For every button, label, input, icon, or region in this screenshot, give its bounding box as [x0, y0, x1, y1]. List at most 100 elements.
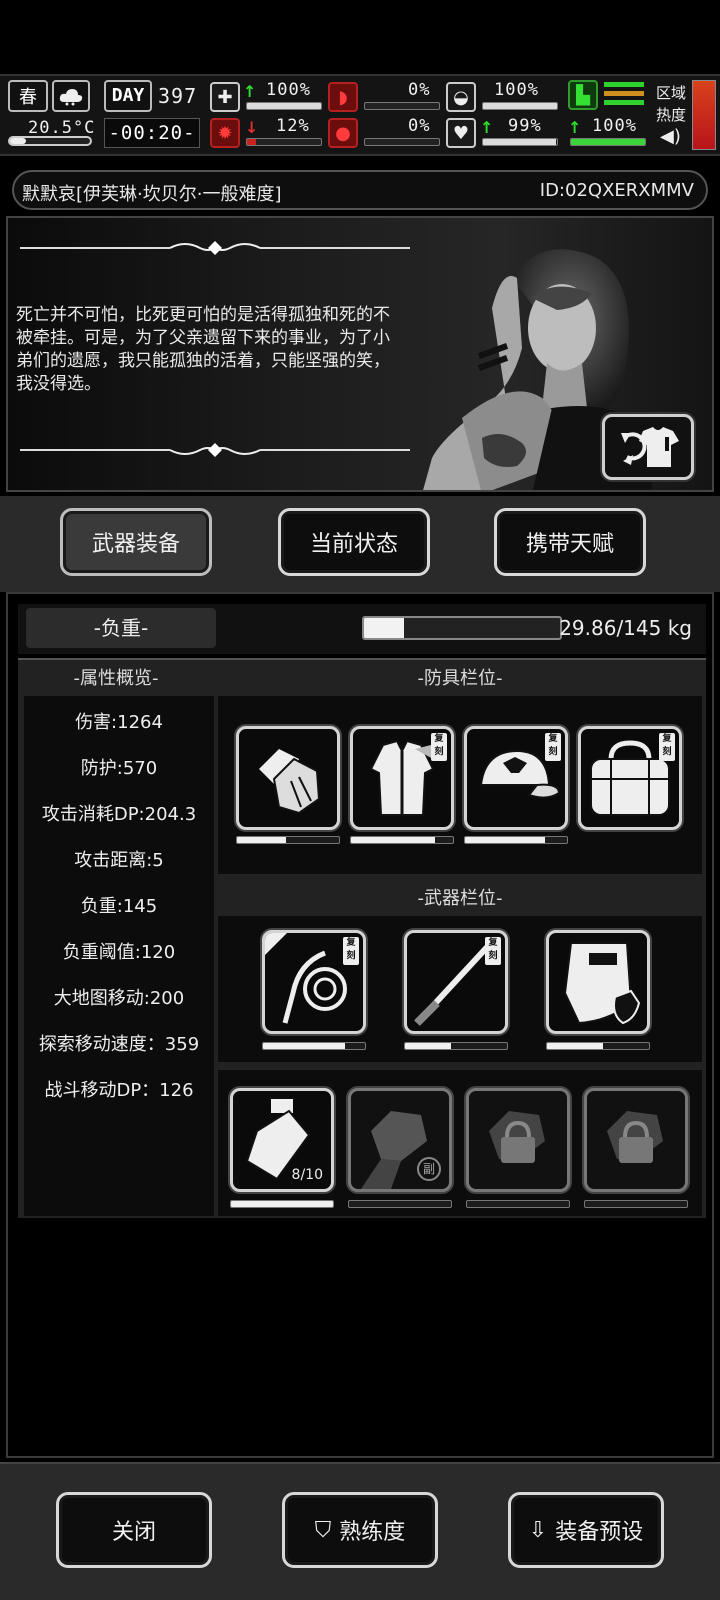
outfit-swap-button[interactable]: [602, 414, 694, 480]
equipment-preset-button[interactable]: ⇩ 装备预设: [508, 1492, 664, 1568]
temperature: 20.5°C: [28, 118, 96, 138]
quick-slot-locked-2[interactable]: [584, 1088, 688, 1192]
stamina-up-arrow-icon: ↑: [568, 118, 582, 137]
armor-slot-bag[interactable]: 复刻: [578, 726, 682, 830]
podium-icon: ⛉: [314, 1517, 332, 1543]
zone-heat-label-2: 热度: [656, 106, 687, 124]
weapon-slot-spear[interactable]: 复刻: [404, 930, 508, 1034]
tab-status[interactable]: 当前状态: [278, 508, 430, 576]
top-ornament: [20, 241, 410, 255]
armor-slots: 复刻 复刻 复刻: [218, 696, 702, 874]
offhand-mark: 副: [417, 1157, 441, 1181]
weight-row: -负重- 29.86/145 kg: [18, 604, 706, 654]
armor-slot-cap[interactable]: 复刻: [464, 726, 568, 830]
water-icon: ◒: [446, 82, 476, 112]
weapon-durability-1: [404, 1042, 508, 1050]
heart-icon: ♥: [446, 118, 476, 148]
tab-weapons[interactable]: 武器装备: [60, 508, 212, 576]
infection-bar: [246, 138, 322, 146]
character-story-panel: 死亡并不可怕，比死更可怕的是活得孤独和死的不被牵挂。可是，为了父亲遗留下来的事业…: [6, 216, 714, 492]
status-bar: 春 20.5°C DAY 397 -00:20- ✚ ↑ 100% ✹ ↓ 12…: [0, 74, 720, 156]
stamina-bar: [570, 138, 646, 146]
weight-bar: [362, 616, 562, 640]
attr-protection: 防护:570: [80, 758, 158, 779]
armor-slot-gloves[interactable]: [236, 726, 340, 830]
proficiency-button[interactable]: ⛉ 熟练度: [282, 1492, 438, 1568]
lock-icon: [607, 1111, 663, 1163]
weapon-durability-2: [546, 1042, 650, 1050]
attr-attack-dp: 攻击消耗DP:204.3: [41, 804, 197, 825]
quick-slot-locked-1[interactable]: [466, 1088, 570, 1192]
tab-talents[interactable]: 携带天赋: [494, 508, 646, 576]
infection-value: 12%: [276, 116, 310, 136]
attr-attack-range: 攻击距离:5: [74, 850, 164, 871]
stomach-icon: ◗: [328, 82, 358, 112]
weapon-slot-whip[interactable]: 复刻: [262, 930, 366, 1034]
preset-icon: ⇩: [528, 1517, 548, 1543]
attr-load: 负重:145: [80, 896, 158, 917]
season-badge: 春: [8, 80, 48, 112]
hunger-bar: [364, 102, 440, 110]
armor-durability-2: [464, 836, 568, 844]
medkit-icon: ✚: [210, 82, 240, 112]
swap-shirt-icon: [621, 427, 679, 467]
bleed-bar: [364, 138, 440, 146]
day-badge: DAY: [104, 80, 152, 112]
health-up-arrow-icon: ↑: [243, 82, 257, 101]
equipment-section: -属性概览- 伤害:1264 防护:570 攻击消耗DP:204.3 攻击距离:…: [18, 658, 706, 1218]
attr-load-threshold: 负重阈值:120: [62, 942, 176, 963]
attributes-list: 伤害:1264 防护:570 攻击消耗DP:204.3 攻击距离:5 负重:14…: [24, 696, 214, 1216]
character-name-bar: 默默哀[伊芙琳·坎贝尔·一般难度] ID:02QXERXMMV: [12, 170, 708, 210]
thermometer-icon: [8, 136, 92, 146]
copy-badge: 复刻: [485, 937, 501, 965]
mood-bar: [482, 138, 558, 146]
day-count: 397: [158, 84, 198, 108]
virus-icon: ✹: [210, 118, 240, 148]
clock: -00:20-: [104, 118, 200, 148]
armor-durability-1: [350, 836, 454, 844]
character-name: 默默哀[伊芙琳·坎贝尔·一般难度]: [22, 184, 282, 205]
quick-slot-offhand[interactable]: 副: [348, 1088, 452, 1192]
weight-value: 29.86/145 kg: [559, 616, 692, 640]
day-label: DAY: [111, 85, 145, 106]
weather-icon: [52, 80, 90, 112]
copy-badge: 复刻: [431, 733, 447, 761]
stamina-value: 100%: [592, 116, 637, 136]
thirst-bar: [482, 102, 558, 110]
weight-label: -负重-: [26, 608, 216, 648]
health-value: 100%: [266, 80, 311, 100]
weapon-slots: 复刻 复刻: [218, 916, 702, 1062]
weapon-slot-riot-shield[interactable]: [546, 930, 650, 1034]
equipment-panel: -负重- 29.86/145 kg -属性概览- 伤害:1264 防护:570 …: [6, 592, 714, 1458]
quick-durability-0: [230, 1200, 334, 1208]
season-label: 春: [19, 87, 37, 108]
armor-header: -防具栏位-: [417, 668, 503, 689]
gloves-icon: [259, 749, 321, 815]
close-button[interactable]: 关闭: [56, 1492, 212, 1568]
blood-drop-icon: ●: [328, 118, 358, 148]
attr-damage: 伤害:1264: [75, 712, 163, 733]
thirst-value: 100%: [494, 80, 539, 100]
zone-heat-label-1: 区域: [656, 84, 687, 102]
attr-explore-speed: 探索移动速度：359: [38, 1034, 200, 1055]
stamina-stripes: [604, 82, 644, 110]
speaker-icon[interactable]: ◀): [660, 126, 681, 147]
zone-heat-meter: [692, 80, 716, 150]
mood-value: 99%: [508, 116, 542, 136]
mood-up-arrow-icon: ↑: [480, 118, 494, 137]
attributes-header: -属性概览-: [73, 668, 159, 689]
health-bar: [246, 102, 322, 110]
quick-slots: 8/10 副: [218, 1070, 702, 1216]
copy-badge: 复刻: [545, 733, 561, 761]
copy-badge: 复刻: [343, 937, 359, 965]
bottom-bar: 关闭 ⛉ 熟练度 ⇩ 装备预设: [0, 1462, 720, 1600]
boot-icon: ▙: [568, 80, 598, 110]
quick-durability-3: [584, 1200, 688, 1208]
quick-slot-water-bottle[interactable]: 8/10: [230, 1088, 334, 1192]
armor-slot-jacket[interactable]: 复刻: [350, 726, 454, 830]
infection-down-arrow-icon: ↓: [245, 118, 259, 137]
quick-durability-1: [348, 1200, 452, 1208]
bleed-value: 0%: [408, 116, 431, 136]
armor-durability-0: [236, 836, 340, 844]
weapon-durability-0: [262, 1042, 366, 1050]
